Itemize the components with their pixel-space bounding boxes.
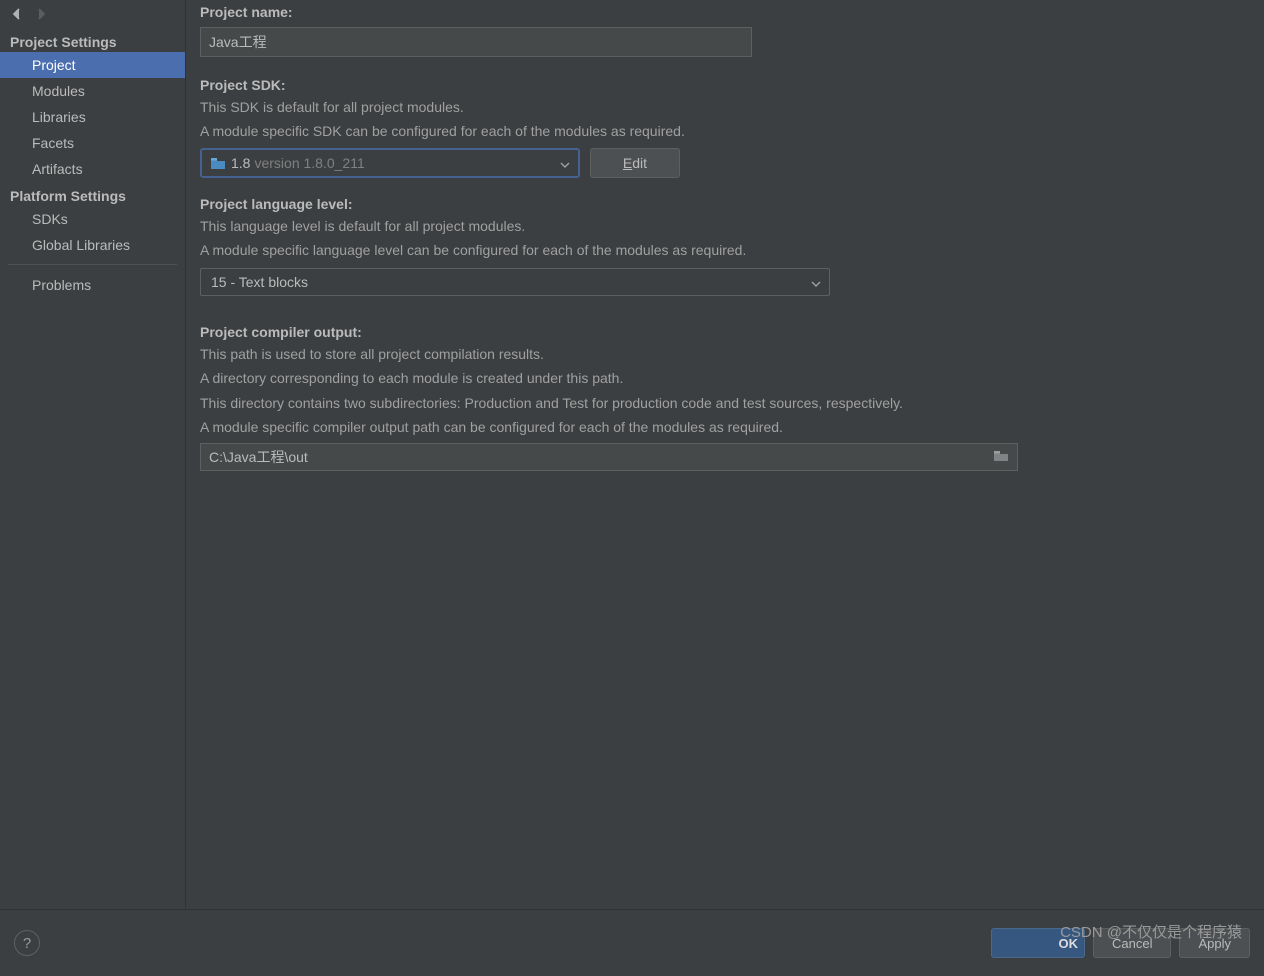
help-button[interactable]: ?	[14, 930, 40, 956]
compiler-output-input[interactable]: C:\Java工程\out	[200, 443, 1018, 471]
edit-sdk-button[interactable]: Edit	[590, 148, 680, 178]
project-language-desc1: This language level is default for all p…	[200, 216, 1234, 236]
sidebar-section-platform-settings: Platform Settings	[0, 182, 185, 206]
help-icon: ?	[23, 935, 31, 952]
forward-icon	[34, 7, 48, 24]
edit-rest: dit	[632, 155, 647, 171]
sidebar-item-sdks[interactable]: SDKs	[0, 206, 185, 232]
sidebar-item-problems[interactable]: Problems	[0, 271, 185, 298]
project-output-desc3: This directory contains two subdirectori…	[200, 393, 1234, 413]
sidebar-item-modules[interactable]: Modules	[0, 78, 185, 104]
language-level-value: 15 - Text blocks	[211, 274, 308, 290]
sidebar-item-facets[interactable]: Facets	[0, 130, 185, 156]
project-output-desc2: A directory corresponding to each module…	[200, 368, 1234, 388]
language-level-dropdown[interactable]: 15 - Text blocks	[200, 268, 830, 296]
browse-folder-icon[interactable]	[993, 449, 1009, 465]
project-name-label: Project name:	[200, 4, 1234, 20]
project-sdk-desc2: A module specific SDK can be configured …	[200, 121, 1234, 141]
project-sdk-dropdown[interactable]: 1.8 version 1.8.0_211	[200, 148, 580, 178]
ok-button[interactable]: OK	[991, 928, 1085, 958]
project-output-label: Project compiler output:	[200, 324, 1234, 340]
sidebar-item-libraries[interactable]: Libraries	[0, 104, 185, 130]
sdk-folder-icon	[210, 156, 226, 170]
project-language-level-label: Project language level:	[200, 196, 1234, 212]
sdk-version-detail: version 1.8.0_211	[254, 155, 364, 171]
project-sdk-desc1: This SDK is default for all project modu…	[200, 97, 1234, 117]
sdk-version-main: 1.8	[231, 155, 250, 171]
sidebar-item-global-libraries[interactable]: Global Libraries	[0, 232, 185, 258]
project-output-desc4: A module specific compiler output path c…	[200, 417, 1234, 437]
chevron-down-icon	[811, 274, 821, 290]
project-language-desc2: A module specific language level can be …	[200, 240, 1234, 260]
main-panel: Project name: Project SDK: This SDK is d…	[186, 0, 1264, 909]
compiler-output-value: C:\Java工程\out	[209, 447, 308, 467]
back-icon[interactable]	[10, 7, 24, 24]
edit-mnemonic: E	[623, 155, 632, 171]
project-name-input[interactable]	[200, 27, 752, 57]
sidebar-item-project[interactable]: Project	[0, 52, 185, 78]
sidebar-separator	[8, 264, 177, 265]
project-sdk-label: Project SDK:	[200, 77, 1234, 93]
cancel-button[interactable]: Cancel	[1093, 928, 1171, 958]
footer: ? OK Cancel Apply	[0, 909, 1264, 976]
apply-button[interactable]: Apply	[1179, 928, 1250, 958]
sidebar-section-project-settings: Project Settings	[0, 28, 185, 52]
nav-history	[0, 0, 185, 28]
project-output-desc1: This path is used to store all project c…	[200, 344, 1234, 364]
sidebar-item-artifacts[interactable]: Artifacts	[0, 156, 185, 182]
sidebar: Project Settings Project Modules Librari…	[0, 0, 186, 909]
chevron-down-icon	[560, 155, 570, 171]
